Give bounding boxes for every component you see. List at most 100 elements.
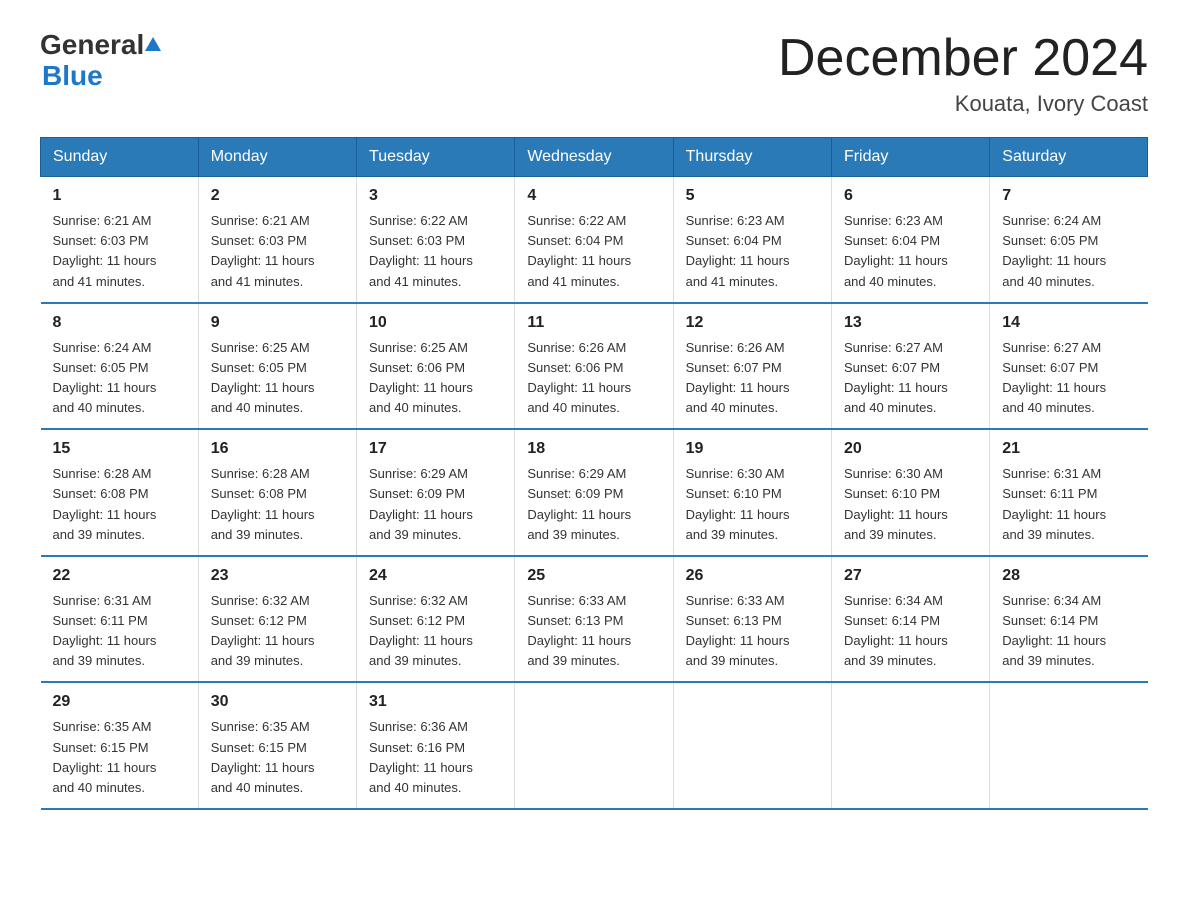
day-info: Sunrise: 6:35 AM Sunset: 6:15 PM Dayligh… [53, 717, 186, 798]
calendar-cell: 16 Sunrise: 6:28 AM Sunset: 6:08 PM Dayl… [198, 429, 356, 556]
day-info: Sunrise: 6:31 AM Sunset: 6:11 PM Dayligh… [1002, 464, 1135, 545]
day-info: Sunrise: 6:21 AM Sunset: 6:03 PM Dayligh… [211, 211, 344, 292]
day-number: 14 [1002, 314, 1135, 332]
calendar-cell: 2 Sunrise: 6:21 AM Sunset: 6:03 PM Dayli… [198, 177, 356, 303]
calendar-week-row: 1 Sunrise: 6:21 AM Sunset: 6:03 PM Dayli… [41, 177, 1148, 303]
calendar-week-row: 8 Sunrise: 6:24 AM Sunset: 6:05 PM Dayli… [41, 303, 1148, 430]
day-number: 9 [211, 314, 344, 332]
calendar-cell [831, 682, 989, 809]
day-info: Sunrise: 6:27 AM Sunset: 6:07 PM Dayligh… [1002, 338, 1135, 419]
logo-triangle-icon [145, 37, 161, 51]
calendar-cell [673, 682, 831, 809]
day-number: 24 [369, 567, 502, 585]
day-number: 5 [686, 187, 819, 205]
calendar-cell: 15 Sunrise: 6:28 AM Sunset: 6:08 PM Dayl… [41, 429, 199, 556]
day-info: Sunrise: 6:24 AM Sunset: 6:05 PM Dayligh… [53, 338, 186, 419]
col-wednesday: Wednesday [515, 138, 673, 177]
day-info: Sunrise: 6:30 AM Sunset: 6:10 PM Dayligh… [686, 464, 819, 545]
day-info: Sunrise: 6:29 AM Sunset: 6:09 PM Dayligh… [527, 464, 660, 545]
col-thursday: Thursday [673, 138, 831, 177]
col-friday: Friday [831, 138, 989, 177]
day-number: 8 [53, 314, 186, 332]
day-number: 1 [53, 187, 186, 205]
calendar-cell: 7 Sunrise: 6:24 AM Sunset: 6:05 PM Dayli… [990, 177, 1148, 303]
calendar-cell: 18 Sunrise: 6:29 AM Sunset: 6:09 PM Dayl… [515, 429, 673, 556]
day-info: Sunrise: 6:29 AM Sunset: 6:09 PM Dayligh… [369, 464, 502, 545]
day-number: 11 [527, 314, 660, 332]
calendar-cell: 3 Sunrise: 6:22 AM Sunset: 6:03 PM Dayli… [357, 177, 515, 303]
day-info: Sunrise: 6:33 AM Sunset: 6:13 PM Dayligh… [686, 591, 819, 672]
day-info: Sunrise: 6:35 AM Sunset: 6:15 PM Dayligh… [211, 717, 344, 798]
day-number: 19 [686, 440, 819, 458]
day-info: Sunrise: 6:34 AM Sunset: 6:14 PM Dayligh… [844, 591, 977, 672]
day-info: Sunrise: 6:26 AM Sunset: 6:07 PM Dayligh… [686, 338, 819, 419]
calendar-cell: 25 Sunrise: 6:33 AM Sunset: 6:13 PM Dayl… [515, 556, 673, 683]
calendar-cell: 8 Sunrise: 6:24 AM Sunset: 6:05 PM Dayli… [41, 303, 199, 430]
calendar-cell: 14 Sunrise: 6:27 AM Sunset: 6:07 PM Dayl… [990, 303, 1148, 430]
logo-blue-text: Blue [42, 60, 103, 91]
day-number: 29 [53, 693, 186, 711]
day-info: Sunrise: 6:24 AM Sunset: 6:05 PM Dayligh… [1002, 211, 1135, 292]
logo: General Blue [40, 30, 161, 92]
day-info: Sunrise: 6:25 AM Sunset: 6:06 PM Dayligh… [369, 338, 502, 419]
page-header: General Blue December 2024 Kouata, Ivory… [40, 30, 1148, 117]
day-info: Sunrise: 6:23 AM Sunset: 6:04 PM Dayligh… [686, 211, 819, 292]
day-number: 28 [1002, 567, 1135, 585]
day-number: 30 [211, 693, 344, 711]
calendar-cell: 5 Sunrise: 6:23 AM Sunset: 6:04 PM Dayli… [673, 177, 831, 303]
calendar-cell: 24 Sunrise: 6:32 AM Sunset: 6:12 PM Dayl… [357, 556, 515, 683]
calendar-week-row: 22 Sunrise: 6:31 AM Sunset: 6:11 PM Dayl… [41, 556, 1148, 683]
day-info: Sunrise: 6:28 AM Sunset: 6:08 PM Dayligh… [53, 464, 186, 545]
day-number: 23 [211, 567, 344, 585]
calendar-cell [515, 682, 673, 809]
day-number: 20 [844, 440, 977, 458]
calendar-header-row: Sunday Monday Tuesday Wednesday Thursday… [41, 138, 1148, 177]
calendar-cell: 29 Sunrise: 6:35 AM Sunset: 6:15 PM Dayl… [41, 682, 199, 809]
calendar-cell [990, 682, 1148, 809]
day-info: Sunrise: 6:28 AM Sunset: 6:08 PM Dayligh… [211, 464, 344, 545]
calendar-cell: 4 Sunrise: 6:22 AM Sunset: 6:04 PM Dayli… [515, 177, 673, 303]
day-number: 7 [1002, 187, 1135, 205]
col-tuesday: Tuesday [357, 138, 515, 177]
day-number: 27 [844, 567, 977, 585]
day-number: 17 [369, 440, 502, 458]
day-number: 21 [1002, 440, 1135, 458]
calendar-cell: 23 Sunrise: 6:32 AM Sunset: 6:12 PM Dayl… [198, 556, 356, 683]
day-info: Sunrise: 6:27 AM Sunset: 6:07 PM Dayligh… [844, 338, 977, 419]
col-sunday: Sunday [41, 138, 199, 177]
day-info: Sunrise: 6:30 AM Sunset: 6:10 PM Dayligh… [844, 464, 977, 545]
day-info: Sunrise: 6:22 AM Sunset: 6:04 PM Dayligh… [527, 211, 660, 292]
day-number: 13 [844, 314, 977, 332]
calendar-cell: 19 Sunrise: 6:30 AM Sunset: 6:10 PM Dayl… [673, 429, 831, 556]
day-info: Sunrise: 6:26 AM Sunset: 6:06 PM Dayligh… [527, 338, 660, 419]
calendar-cell: 21 Sunrise: 6:31 AM Sunset: 6:11 PM Dayl… [990, 429, 1148, 556]
day-info: Sunrise: 6:34 AM Sunset: 6:14 PM Dayligh… [1002, 591, 1135, 672]
calendar-cell: 27 Sunrise: 6:34 AM Sunset: 6:14 PM Dayl… [831, 556, 989, 683]
day-number: 6 [844, 187, 977, 205]
day-number: 22 [53, 567, 186, 585]
day-info: Sunrise: 6:32 AM Sunset: 6:12 PM Dayligh… [369, 591, 502, 672]
page-subtitle: Kouata, Ivory Coast [778, 91, 1148, 117]
day-info: Sunrise: 6:23 AM Sunset: 6:04 PM Dayligh… [844, 211, 977, 292]
day-info: Sunrise: 6:21 AM Sunset: 6:03 PM Dayligh… [53, 211, 186, 292]
day-number: 26 [686, 567, 819, 585]
day-info: Sunrise: 6:31 AM Sunset: 6:11 PM Dayligh… [53, 591, 186, 672]
calendar-cell: 1 Sunrise: 6:21 AM Sunset: 6:03 PM Dayli… [41, 177, 199, 303]
calendar-cell: 12 Sunrise: 6:26 AM Sunset: 6:07 PM Dayl… [673, 303, 831, 430]
calendar-cell: 30 Sunrise: 6:35 AM Sunset: 6:15 PM Dayl… [198, 682, 356, 809]
day-info: Sunrise: 6:36 AM Sunset: 6:16 PM Dayligh… [369, 717, 502, 798]
title-area: December 2024 Kouata, Ivory Coast [778, 30, 1148, 117]
day-number: 25 [527, 567, 660, 585]
calendar-cell: 11 Sunrise: 6:26 AM Sunset: 6:06 PM Dayl… [515, 303, 673, 430]
day-number: 15 [53, 440, 186, 458]
day-info: Sunrise: 6:22 AM Sunset: 6:03 PM Dayligh… [369, 211, 502, 292]
col-monday: Monday [198, 138, 356, 177]
calendar-cell: 9 Sunrise: 6:25 AM Sunset: 6:05 PM Dayli… [198, 303, 356, 430]
calendar-cell: 26 Sunrise: 6:33 AM Sunset: 6:13 PM Dayl… [673, 556, 831, 683]
day-number: 10 [369, 314, 502, 332]
day-number: 12 [686, 314, 819, 332]
calendar-week-row: 29 Sunrise: 6:35 AM Sunset: 6:15 PM Dayl… [41, 682, 1148, 809]
calendar-cell: 20 Sunrise: 6:30 AM Sunset: 6:10 PM Dayl… [831, 429, 989, 556]
calendar-cell: 13 Sunrise: 6:27 AM Sunset: 6:07 PM Dayl… [831, 303, 989, 430]
day-number: 16 [211, 440, 344, 458]
